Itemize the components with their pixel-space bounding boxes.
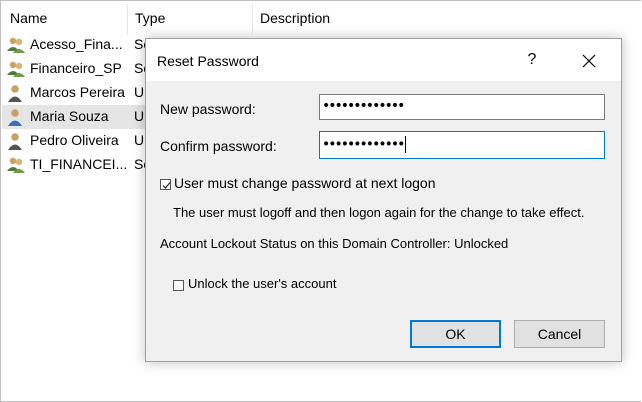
list-item-name: Pedro Oliveira <box>30 132 119 148</box>
checkmark-icon <box>162 182 171 189</box>
column-header-description[interactable]: Description <box>260 10 330 26</box>
list-item-type: U <box>134 132 145 148</box>
list-item[interactable]: Acesso_Fina... Se <box>2 33 152 57</box>
info-text: The user must logoff and then logon agai… <box>173 205 585 220</box>
list-item-type: U <box>134 84 145 100</box>
cancel-button[interactable]: Cancel <box>514 320 605 348</box>
confirm-password-label: Confirm password: <box>160 138 277 154</box>
ok-button[interactable]: OK <box>410 320 501 348</box>
text-caret <box>405 136 407 153</box>
list-item-name: Financeiro_SP <box>30 60 122 76</box>
group-icon <box>6 59 26 79</box>
must-change-checkbox[interactable] <box>160 179 171 190</box>
help-button[interactable]: ? <box>520 47 544 73</box>
column-header-name[interactable]: Name <box>10 10 47 26</box>
dialog-title: Reset Password <box>157 53 259 69</box>
list-item-name: TI_FINANCEI... <box>30 156 128 172</box>
column-separator[interactable] <box>252 4 253 34</box>
list-item[interactable]: Financeiro_SP Se <box>2 57 152 81</box>
group-icon <box>6 155 26 175</box>
lockout-status: Account Lockout Status on this Domain Co… <box>160 236 509 251</box>
list-item[interactable]: Marcos Pereira U <box>2 81 152 105</box>
group-icon <box>6 35 26 55</box>
close-button[interactable] <box>574 47 604 75</box>
reset-password-dialog: Reset Password ? New password: •••••••••… <box>145 38 622 362</box>
new-password-value: ••••••••••••• <box>322 98 405 114</box>
list-item-selected[interactable]: Maria Souza U <box>2 105 152 129</box>
confirm-password-value: ••••••••••••• <box>322 136 405 153</box>
must-change-label[interactable]: User must change password at next logon <box>174 175 435 191</box>
user-icon <box>6 131 26 151</box>
unlock-label[interactable]: Unlock the user's account <box>188 276 336 291</box>
user-icon <box>6 107 26 127</box>
column-separator[interactable] <box>127 4 128 34</box>
list-item-type: U <box>134 108 145 124</box>
list-item[interactable]: TI_FINANCEI... Se <box>2 153 152 177</box>
dialog-titlebar[interactable]: Reset Password ? <box>146 39 621 81</box>
user-icon <box>6 83 26 103</box>
list-item-name: Marcos Pereira <box>30 84 125 100</box>
close-icon <box>582 54 596 68</box>
unlock-checkbox[interactable] <box>173 280 184 291</box>
new-password-field[interactable]: ••••••••••••• <box>319 94 605 120</box>
list-item-name: Maria Souza <box>30 108 109 124</box>
new-password-label: New password: <box>160 101 256 117</box>
list-item[interactable]: Pedro Oliveira U <box>2 129 152 153</box>
list-item-name: Acesso_Fina... <box>30 36 123 52</box>
confirm-password-field[interactable]: ••••••••••••• <box>319 131 605 159</box>
column-header-type[interactable]: Type <box>135 10 165 26</box>
